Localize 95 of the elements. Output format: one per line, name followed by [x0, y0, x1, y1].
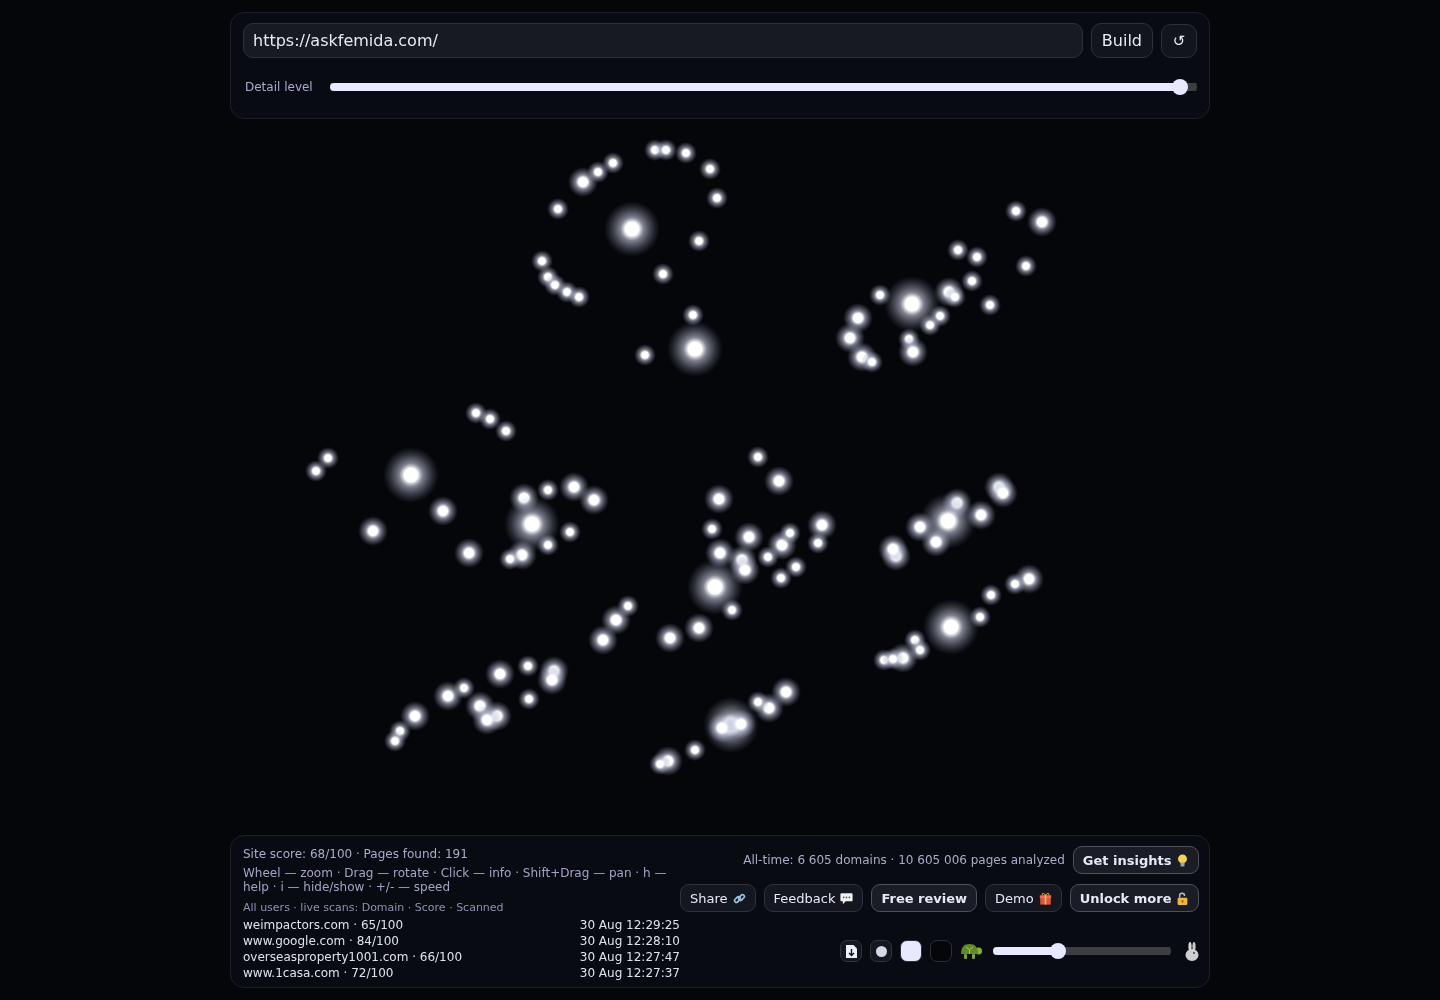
- glowing-node: [604, 201, 660, 257]
- glowing-node: [807, 532, 829, 554]
- scan-time: 30 Aug 12:27:37: [579, 965, 680, 981]
- share-button[interactable]: Share: [680, 884, 756, 912]
- glowing-node: [454, 538, 484, 568]
- glowing-node: [961, 270, 983, 292]
- unlock-button[interactable]: Unlock more: [1069, 884, 1200, 912]
- glowing-node: [602, 152, 624, 174]
- detail-level-label: Detail level: [245, 80, 313, 94]
- glowing-node: [579, 485, 609, 515]
- glowing-node: [537, 665, 567, 695]
- glowing-node: [1027, 207, 1057, 237]
- glowing-node: [649, 753, 671, 775]
- glowing-node: [358, 516, 388, 546]
- glowing-node: [706, 187, 728, 209]
- lightbulb-icon: [1176, 853, 1190, 867]
- feedback-button[interactable]: Feedback: [763, 884, 864, 912]
- all-time-stats: All-time: 6 605 domains · 10 605 006 pages analyzed: [743, 853, 1065, 867]
- slider-thumb[interactable]: [1171, 79, 1188, 95]
- glowing-node: [655, 623, 685, 653]
- build-button[interactable]: Build: [1090, 23, 1153, 58]
- glowing-node: [704, 484, 734, 514]
- scan-time: 30 Aug 12:27:47: [579, 949, 680, 965]
- scan-site: overseasproperty1001.com · 66/100: [243, 949, 462, 965]
- glowing-node: [747, 446, 769, 468]
- site-summary: Site score: 68/100 · Pages found: 191: [243, 846, 469, 862]
- glowing-node: [734, 522, 764, 552]
- rabbit-icon: [1185, 941, 1200, 961]
- live-scans-header: All users · live scans: Domain · Score · Scanned: [243, 901, 505, 915]
- glowing-node: [485, 659, 515, 689]
- glowing-node: [947, 239, 969, 261]
- glowing-node: [861, 351, 883, 373]
- glowing-node: [675, 142, 697, 164]
- color-swatch-icon[interactable]: [900, 940, 923, 962]
- glowing-node: [518, 688, 540, 710]
- download-button[interactable]: [840, 940, 863, 962]
- glowing-node: [400, 701, 430, 731]
- glowing-node: [652, 263, 674, 285]
- glowing-node: [499, 548, 521, 570]
- glowing-node: [770, 567, 792, 589]
- refresh-button[interactable]: ↺: [1161, 23, 1197, 58]
- glowing-node: [517, 655, 539, 677]
- scan-time: 30 Aug 12:29:25: [579, 917, 680, 933]
- glowing-node: [921, 527, 951, 557]
- glowing-node: [537, 534, 559, 556]
- link-icon: [732, 891, 746, 905]
- glowing-node: [472, 705, 502, 735]
- glowing-node: [559, 472, 589, 502]
- glowing-node: [479, 408, 501, 430]
- insights-button[interactable]: Get insights: [1072, 846, 1200, 874]
- glowing-node: [495, 420, 517, 442]
- turtle-icon: [960, 942, 983, 960]
- glowing-node: [699, 158, 721, 180]
- glowing-node: [944, 286, 966, 308]
- glowing-node: [878, 534, 908, 564]
- glowing-node: [1004, 573, 1026, 595]
- review-button[interactable]: Free review: [871, 884, 978, 912]
- glowing-node: [701, 518, 723, 540]
- glowing-node: [547, 198, 569, 220]
- glowing-node: [317, 447, 339, 469]
- glowing-node: [684, 739, 706, 761]
- glowing-node: [979, 294, 1001, 316]
- file-download-icon: [845, 944, 857, 958]
- glowing-node: [882, 648, 904, 670]
- glowing-node: [433, 681, 463, 711]
- glowing-node: [537, 479, 559, 501]
- point-style-button[interactable]: [870, 940, 893, 962]
- glowing-node: [588, 625, 618, 655]
- scan-site: www.google.com · 84/100: [243, 933, 399, 949]
- glowing-node: [988, 478, 1018, 508]
- padlock-icon: [1176, 891, 1190, 905]
- glowing-node: [1005, 200, 1027, 222]
- help-text: Wheel — zoom · Drag — rotate · Click — info · Shift+Drag — pan · h — help · i — hide/show · +/- — speed: [243, 866, 668, 894]
- url-field[interactable]: https://askfemida.com/: [243, 23, 1083, 58]
- scan-site: www.1casa.com · 72/100: [243, 965, 394, 981]
- glowing-node: [1015, 255, 1037, 277]
- demo-button[interactable]: Demo: [985, 884, 1062, 912]
- glowing-node: [779, 522, 801, 544]
- glowing-node: [305, 460, 327, 482]
- glowing-node: [688, 230, 710, 252]
- glowing-node: [655, 139, 677, 161]
- glowing-node: [966, 246, 988, 268]
- glowing-node: [634, 344, 656, 366]
- glowing-node: [601, 605, 631, 635]
- scan-site: weimpactors.com · 65/100: [243, 917, 404, 933]
- color-swatch-icon[interactable]: [930, 940, 953, 962]
- glowing-node: [764, 466, 794, 496]
- glowing-node: [785, 556, 807, 578]
- dot-icon: [875, 945, 887, 957]
- speech-bubble-icon: [840, 891, 854, 905]
- glowing-node: [559, 521, 581, 543]
- slider-thumb[interactable]: [1050, 943, 1067, 959]
- glowing-node: [747, 691, 769, 713]
- gift-icon: [1038, 891, 1052, 905]
- scan-time: 30 Aug 12:28:10: [579, 933, 680, 949]
